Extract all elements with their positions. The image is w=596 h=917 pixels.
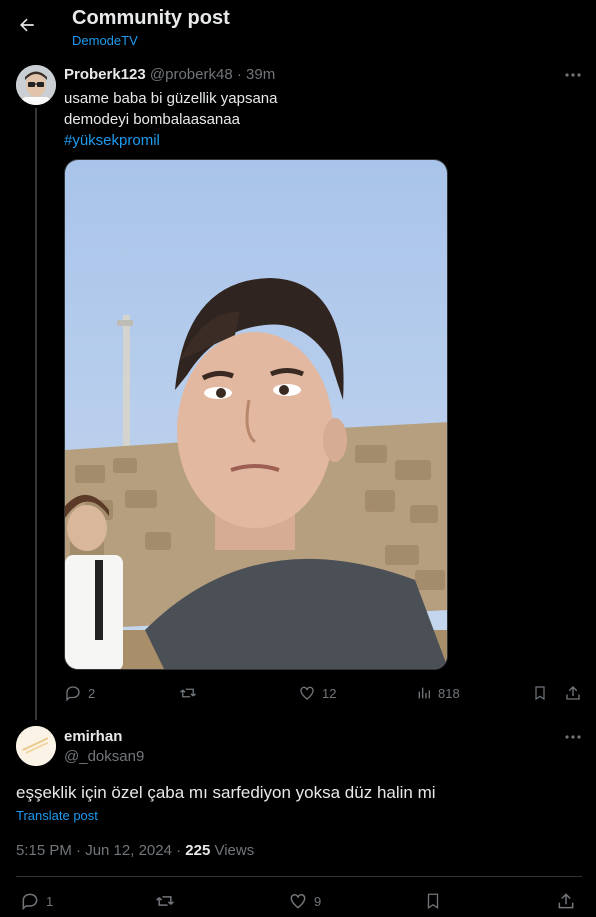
bookmark-button[interactable] <box>532 682 548 704</box>
share-icon <box>566 686 580 700</box>
repost-button[interactable] <box>154 890 182 912</box>
share-icon <box>558 893 574 909</box>
post-text: usame baba bi güzellik yapsana demodeyi … <box>64 88 277 151</box>
reply-text: eşşeklik için özel çaba mı sarfediyon yo… <box>16 783 436 802</box>
heart-icon <box>290 893 306 909</box>
share-button[interactable] <box>564 682 582 704</box>
meta-separator: · <box>236 66 242 83</box>
like-count: 12 <box>322 685 337 701</box>
analytics-icon <box>418 687 430 699</box>
post-author-line: Proberk123 @proberk48 · 39m <box>64 66 275 83</box>
top-bar: Community post DemodeTV <box>0 0 596 56</box>
views-label: Views <box>210 842 255 859</box>
repost-icon <box>156 896 174 906</box>
repost-icon <box>180 688 196 698</box>
bookmark-button[interactable] <box>424 890 442 912</box>
reply-icon <box>66 686 80 702</box>
more-options-button[interactable] <box>562 728 584 746</box>
like-button[interactable]: 9 <box>288 890 321 912</box>
reply-count: 1 <box>46 893 54 909</box>
views-count: 818 <box>438 685 460 701</box>
divider <box>16 876 582 877</box>
heart-icon <box>300 686 314 700</box>
post-text-line: usame baba bi güzellik yapsana <box>64 90 278 107</box>
translate-post-link[interactable]: Translate post <box>16 808 98 823</box>
author-display-name[interactable]: Proberk123 <box>64 66 146 83</box>
bookmark-icon <box>427 893 439 910</box>
community-link[interactable]: DemodeTV <box>72 33 138 48</box>
page-title: Community post <box>72 7 230 29</box>
post-timestamp: 5:15 PM · Jun 12, 2024 · 225 Views <box>16 842 254 859</box>
reply-author-display-name[interactable]: emirhan <box>64 728 122 745</box>
post-photo <box>65 160 447 669</box>
reply-action-bar: 1 9 <box>16 890 582 912</box>
post-media[interactable] <box>64 159 448 670</box>
reply-icon <box>22 893 38 911</box>
avatar[interactable] <box>16 726 56 766</box>
share-button[interactable] <box>556 890 576 912</box>
reply-button[interactable]: 2 <box>64 682 95 704</box>
repost-button[interactable] <box>178 682 204 704</box>
more-horizontal-icon <box>565 73 581 77</box>
reply-views-count: 225 <box>185 842 211 859</box>
like-count: 9 <box>314 893 322 909</box>
reply-author-handle[interactable]: @_doksan9 <box>64 748 144 765</box>
arrow-left-icon <box>20 18 34 32</box>
hashtag-link[interactable]: #yüksekpromil <box>64 130 277 151</box>
author-handle[interactable]: @proberk48 <box>150 66 233 83</box>
more-horizontal-icon <box>565 735 581 739</box>
views-button[interactable]: 818 <box>416 682 460 704</box>
reply-button[interactable]: 1 <box>20 890 53 912</box>
bookmark-icon <box>535 686 545 701</box>
more-options-button[interactable] <box>562 66 584 84</box>
avatar[interactable] <box>16 65 56 105</box>
timestamp-text[interactable]: 5:15 PM · Jun 12, 2024 · <box>16 842 185 859</box>
back-button[interactable] <box>12 10 42 40</box>
like-button[interactable]: 12 <box>298 682 336 704</box>
thread-connector-line <box>35 108 37 720</box>
reply-count: 2 <box>88 685 96 701</box>
post-text-line: demodeyi bombalaasanaa <box>64 111 240 128</box>
post-action-bar: 2 12 818 <box>64 682 584 704</box>
post-time[interactable]: 39m <box>246 66 275 83</box>
